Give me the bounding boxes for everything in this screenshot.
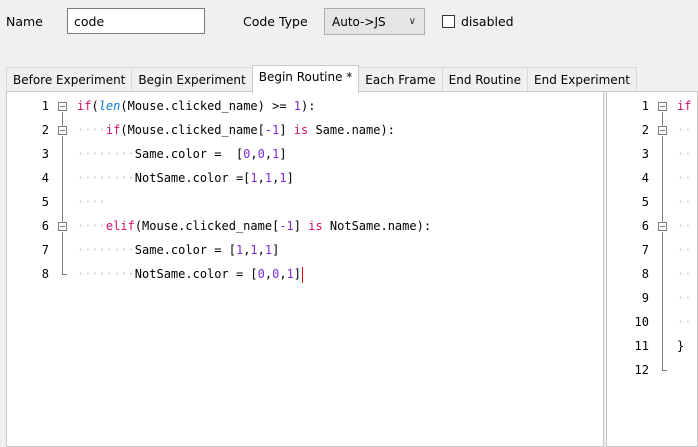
- line-number: 3: [641, 147, 649, 161]
- fold-toggle-icon[interactable]: [658, 222, 667, 231]
- code-line: ········NotSame.color =[1,1,1]: [77, 171, 294, 185]
- code-text-area[interactable]: if(len(Mouse.clicked_name) >= 1): ····if…: [77, 92, 603, 446]
- line-number: 10: [634, 315, 649, 329]
- fold-end-mark: [62, 274, 67, 275]
- tab-end-experiment[interactable]: End Experiment: [527, 67, 637, 92]
- python-code-editor[interactable]: 1 2 3 4 5 6 7 8 if(len(Mouse.clicked_nam…: [6, 92, 604, 447]
- code-line: ··: [677, 195, 692, 209]
- code-line: ··: [677, 267, 692, 281]
- code-line: ····if(Mouse.clicked_name[-1] is Same.na…: [77, 123, 395, 137]
- fold-toggle-icon[interactable]: [58, 126, 67, 135]
- line-number: 7: [641, 243, 649, 257]
- code-line: ··: [677, 243, 692, 257]
- line-number: 1: [641, 99, 649, 113]
- code-type-value: Auto->JS: [332, 15, 386, 29]
- code-line: }: [677, 334, 684, 358]
- line-number: 11: [634, 339, 649, 353]
- code-tabs: Before Experiment Begin Experiment Begin…: [6, 65, 637, 93]
- line-number: 2: [641, 123, 649, 137]
- line-number: 1: [41, 99, 49, 113]
- tab-begin-experiment[interactable]: Begin Experiment: [131, 67, 253, 92]
- line-number: 6: [41, 219, 49, 233]
- line-number: 8: [641, 267, 649, 281]
- fold-guide: [662, 232, 663, 370]
- fold-toggle-icon[interactable]: [658, 102, 667, 111]
- fold-end-mark: [662, 370, 667, 371]
- line-number: 8: [41, 267, 49, 281]
- code-line: ··: [677, 291, 692, 305]
- fold-toggle-icon[interactable]: [658, 126, 667, 135]
- fold-toggle-icon[interactable]: [58, 102, 67, 111]
- fold-toggle-icon[interactable]: [58, 222, 67, 231]
- code-token: }: [677, 339, 685, 353]
- tab-before-experiment[interactable]: Before Experiment: [6, 67, 133, 92]
- code-line: ········NotSame.color = [0,0,1]: [77, 266, 304, 283]
- line-number: 9: [641, 291, 649, 305]
- code-type-select[interactable]: Auto->JS ∨: [324, 8, 425, 35]
- line-number-gutter: 1 2 3 4 5 6 7 8: [7, 92, 77, 446]
- tab-end-routine[interactable]: End Routine: [441, 67, 529, 92]
- code-properties-header: Name Code Type Auto->JS ∨ disabled: [0, 0, 698, 60]
- tab-each-frame[interactable]: Each Frame: [358, 67, 443, 92]
- disabled-label: disabled: [461, 14, 514, 29]
- code-type-label: Code Type: [243, 14, 308, 29]
- line-number: 12: [634, 363, 649, 377]
- code-line: ····: [77, 195, 106, 209]
- code-line: if(len(Mouse.clicked_name) >= 1):: [77, 99, 316, 113]
- code-line: if: [677, 94, 691, 118]
- line-number: 5: [641, 195, 649, 209]
- line-number: 7: [41, 243, 49, 257]
- name-label: Name: [6, 14, 43, 29]
- fold-guide: [62, 232, 63, 274]
- name-input[interactable]: [67, 8, 205, 34]
- code-line: ········Same.color = [1,1,1]: [77, 243, 280, 257]
- line-number: 4: [641, 171, 649, 185]
- fold-guide: [662, 136, 663, 222]
- js-code-editor[interactable]: 1 2 3 4 5 6 7 8 9 10 11 12 if ·· ·· ·· ·…: [606, 92, 698, 447]
- code-text-area[interactable]: if ·· ·· ·· ·· ·· ·· ·· ·· ·· }: [677, 92, 697, 446]
- code-line: ··: [677, 219, 692, 233]
- line-number: 5: [41, 195, 49, 209]
- line-number-gutter: 1 2 3 4 5 6 7 8 9 10 11 12: [607, 92, 677, 446]
- code-line: ····elif(Mouse.clicked_name[-1] is NotSa…: [77, 219, 432, 233]
- code-line: ··: [677, 171, 692, 185]
- chevron-down-icon: ∨: [408, 16, 416, 27]
- code-line: ··: [677, 123, 692, 137]
- fold-guide: [62, 112, 63, 126]
- code-line: ········Same.color = [0,0,1]: [77, 147, 287, 161]
- line-number: 2: [41, 123, 49, 137]
- code-line: ··: [677, 147, 692, 161]
- line-number: 6: [641, 219, 649, 233]
- code-line: ··: [677, 315, 692, 329]
- disabled-checkbox[interactable]: [442, 15, 455, 28]
- fold-guide: [662, 112, 663, 126]
- line-number: 4: [41, 171, 49, 185]
- line-number: 3: [41, 147, 49, 161]
- text-cursor: [302, 266, 304, 283]
- tab-begin-routine[interactable]: Begin Routine *: [251, 65, 360, 93]
- fold-guide: [62, 136, 63, 222]
- code-token: if: [677, 99, 692, 113]
